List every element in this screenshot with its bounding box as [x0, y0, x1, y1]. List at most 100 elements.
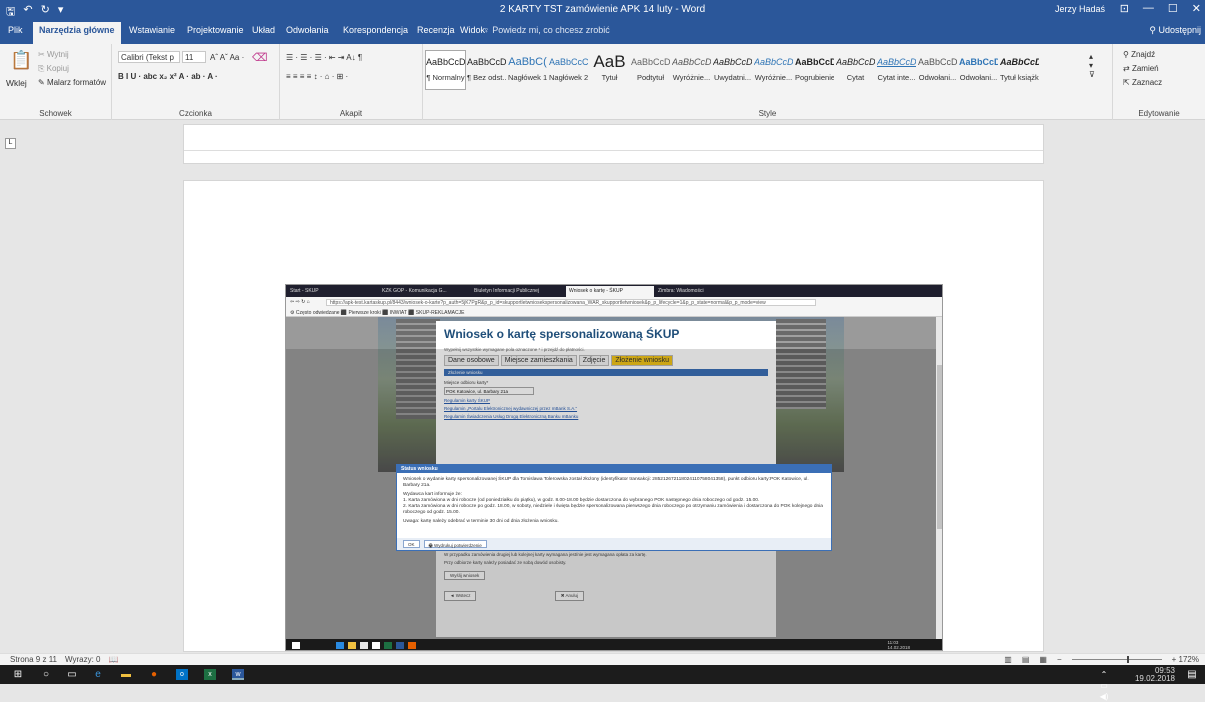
tab-references[interactable]: Odwołania — [286, 25, 329, 35]
browser-nav-icons: ⇦ ⇨ ↻ ⌂ — [290, 299, 310, 305]
embedded-taskbar: 11:03 14.02.2018 — [286, 639, 942, 650]
style-name: Uwydatni... — [713, 73, 752, 82]
style-heading-1[interactable]: AaBbC( Nagłówek 1 — [507, 50, 548, 90]
url-field: https://apk-test.kartaskup.pl/8443/wnios… — [326, 299, 816, 306]
style-emphasis[interactable]: AaBbCcDc Uwydatni... — [712, 50, 753, 90]
ribbon: 📋 Wklej ✂ Wytnij ⎘ Kopiuj ✎ Malarz forma… — [0, 44, 1205, 120]
ruler-tab-selector[interactable]: L — [5, 138, 16, 149]
firefox-icon[interactable]: ● — [148, 669, 160, 680]
style-preview: AaBbCcDc — [672, 57, 711, 67]
zoom-slider-thumb[interactable] — [1126, 656, 1129, 663]
windows-start-icon[interactable]: ⊞ — [12, 669, 24, 680]
maximize-button[interactable]: ☐ — [1168, 2, 1178, 15]
tab-review[interactable]: Recenzja — [417, 25, 455, 35]
format-painter-button[interactable]: ✎ Malarz formatów — [38, 78, 106, 87]
tab-mailings[interactable]: Korespondencja — [343, 25, 408, 35]
clipboard-group-label: Schowek — [39, 109, 72, 118]
tab-insert[interactable]: Wstawianie — [129, 25, 175, 35]
copy-button[interactable]: ⎘ Kopiuj — [38, 64, 69, 74]
style-book-title[interactable]: AaBbCcDc Tytuł książki — [999, 50, 1040, 90]
document-page[interactable] — [183, 124, 1044, 164]
style-preview: AaBbCcDc — [836, 57, 875, 67]
tab-view[interactable]: Widok — [460, 25, 485, 35]
brush-icon: ✎ — [38, 78, 47, 87]
paste-icon[interactable]: 📋 — [10, 50, 32, 71]
style-name: Podtytuł — [636, 73, 665, 82]
replace-button[interactable]: ⇄ Zamień — [1123, 64, 1159, 73]
cursor-icon: ⇱ — [1123, 78, 1132, 87]
print-layout-icon[interactable]: ▤ — [1022, 655, 1030, 664]
style-name: Cytat inte... — [877, 73, 916, 82]
file-explorer-icon[interactable]: ▬ — [120, 669, 132, 680]
notifications-icon[interactable]: ▤ — [1186, 669, 1198, 680]
user-name[interactable]: Jerzy Hadaś — [1055, 4, 1105, 14]
proofing-icon[interactable]: 📖 — [109, 655, 119, 664]
close-button[interactable]: ✕ — [1192, 2, 1201, 15]
style-preview: AaBbCcD — [631, 57, 670, 67]
tell-me-search[interactable]: ♀ Powiedz mi, co chcesz zrobić — [483, 25, 610, 35]
paragraph-align-row[interactable]: ≡ ≡ ≡ ≡ ↕ · ⌂ · ⊞ · — [286, 72, 348, 81]
browser-scrollbar — [936, 317, 942, 639]
share-button[interactable]: ⚲ Udostępnij — [1149, 25, 1201, 36]
style-subtle-reference[interactable]: AaBbCcDc Odwołani... — [917, 50, 958, 90]
style-heading-2[interactable]: AaBbCcC Nagłówek 2 — [548, 50, 589, 90]
excel-icon[interactable]: x — [204, 669, 216, 680]
zoom-level[interactable]: + 172% — [1172, 655, 1199, 664]
style-name: Wyróżnie... — [672, 73, 711, 82]
zoom-out-button[interactable]: − — [1057, 655, 1062, 664]
styles-group: AaBbCcDc¶ Normalny AaBbCcDc¶ Bez odst...… — [423, 44, 1113, 120]
paragraph-list-row[interactable]: ☰ · ☰ · ☰ · ⇤ ⇥ A↓ ¶ — [286, 53, 362, 62]
style-strong[interactable]: AaBbCcDc Pogrubienie — [794, 50, 835, 90]
style-title[interactable]: AaB Tytuł — [589, 50, 630, 90]
tab-design[interactable]: Projektowanie — [187, 25, 244, 35]
edge-icon[interactable]: e — [92, 669, 104, 680]
style-intense-emphasis[interactable]: AaBbCcDc Wyróżnie... — [753, 50, 794, 90]
paste-button[interactable]: Wklej — [6, 78, 27, 88]
print-confirmation-button: 🖶 Wydrukuj potwierdzenie — [423, 540, 487, 548]
zoom-slider[interactable] — [1071, 656, 1162, 663]
browser-tab: Biuletyn Informacji Publicznej — [474, 288, 540, 294]
style-preview: AaB — [593, 52, 626, 71]
font-size-tools[interactable]: Aˆ Aˇ Aa · — [210, 53, 244, 62]
style-normal[interactable]: AaBbCcDc ¶ Normalny — [425, 50, 466, 90]
cut-button[interactable]: ✂ Wytnij — [38, 50, 69, 59]
tab-layout[interactable]: Układ — [252, 25, 275, 35]
font-group: Calibri (Tekst p 11 Aˆ Aˇ Aa · ⌫ B I U ·… — [112, 44, 280, 120]
taskbar-clock[interactable]: 09:53 19.02.2018 — [1135, 667, 1175, 683]
app-icon — [348, 642, 356, 649]
styles-more-icon[interactable]: ▴ ▾ ⊽ — [1089, 52, 1095, 79]
style-subtle-emphasis[interactable]: AaBbCcDc Wyróżnie... — [671, 50, 712, 90]
status-right: ▥ ▤ ▦ − + 172% — [1004, 655, 1199, 664]
word-icon[interactable]: w — [232, 669, 244, 680]
style-preview: AaBbC( — [508, 56, 547, 68]
style-intense-reference[interactable]: AaBbCcDc Odwołani... — [958, 50, 999, 90]
select-button[interactable]: ⇱ Zaznacz — [1123, 78, 1162, 87]
font-format-row[interactable]: B I U · abc x₂ x² A · ab · A · — [118, 72, 218, 81]
style-subtitle[interactable]: AaBbCcD Podtytuł — [630, 50, 671, 90]
find-button[interactable]: ⚲ Znajdź — [1123, 50, 1155, 59]
minimize-button[interactable]: — — [1143, 2, 1154, 15]
style-intense-quote[interactable]: AaBbCcDc Cytat inte... — [876, 50, 917, 90]
browser-tab-active: Wniosek o kartę - ŚKUP — [566, 286, 654, 297]
word-count[interactable]: Wyrazy: 0 — [65, 655, 101, 664]
search-icon[interactable]: ○ — [40, 669, 52, 680]
page-indicator[interactable]: Strona 9 z 11 — [10, 655, 57, 664]
task-view-icon[interactable]: ▭ — [66, 669, 78, 680]
embedded-screenshot[interactable]: Start - ŚKUP KZK GOP - Komunikacja G... … — [285, 284, 943, 651]
tab-file[interactable]: Plik — [8, 25, 23, 35]
font-name-select[interactable]: Calibri (Tekst p — [118, 51, 180, 63]
font-size-select[interactable]: 11 — [182, 51, 206, 63]
ribbon-display-icon[interactable]: ⊡ — [1120, 2, 1129, 15]
outlook-icon[interactable]: o — [176, 669, 188, 680]
read-mode-icon[interactable]: ▥ — [1004, 655, 1012, 664]
tray-icons[interactable]: ⌃ ▭ ◀) — [1098, 669, 1110, 701]
document-page[interactable]: Start - ŚKUP KZK GOP - Komunikacja G... … — [183, 180, 1044, 652]
cut-label: Wytnij — [46, 50, 69, 59]
style-quote[interactable]: AaBbCcDc Cytat — [835, 50, 876, 90]
clear-format-icon[interactable]: ⌫ — [252, 51, 268, 64]
select-label: Zaznacz — [1131, 78, 1163, 87]
web-layout-icon[interactable]: ▦ — [1039, 655, 1047, 664]
style-name: Nagłówek 1 — [508, 73, 547, 82]
tab-home[interactable]: Narzędzia główne — [33, 22, 121, 44]
style-no-spacing[interactable]: AaBbCcDc ¶ Bez odst... — [466, 50, 507, 90]
